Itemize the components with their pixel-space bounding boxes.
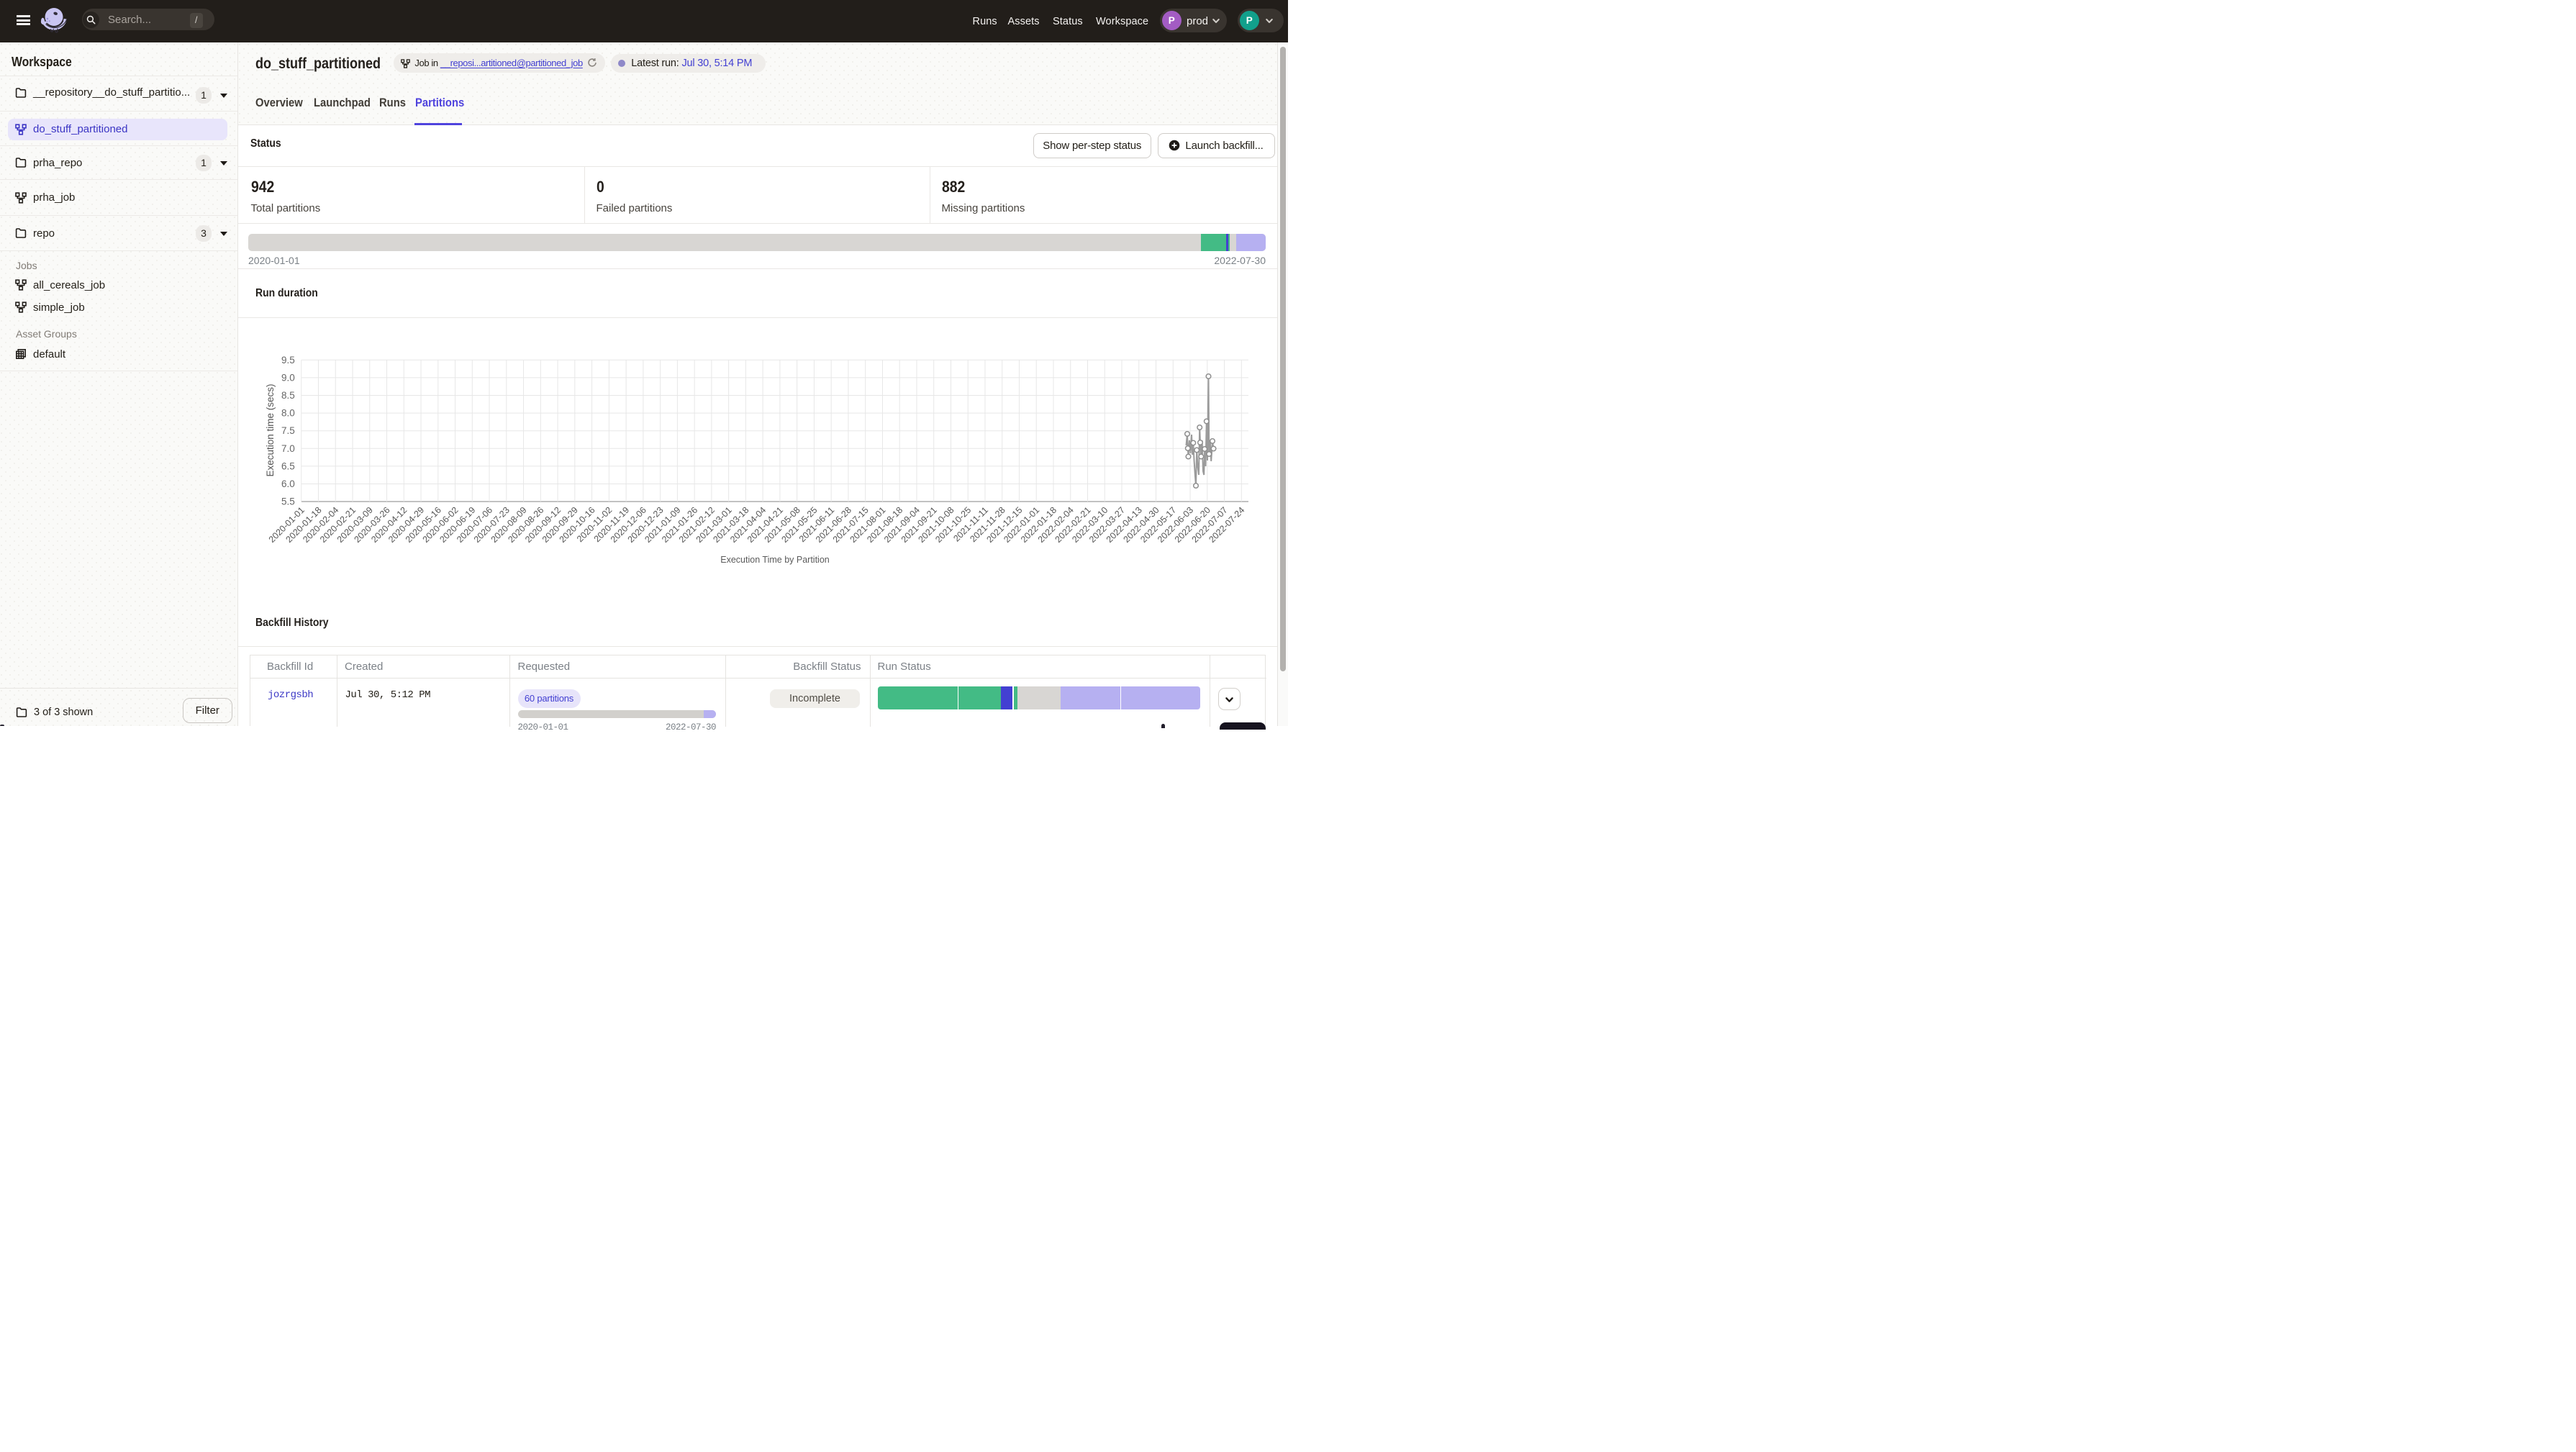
svg-text:8.0: 8.0 [281, 408, 295, 419]
svg-text:Execution time (secs): Execution time (secs) [265, 384, 276, 476]
svg-text:7.5: 7.5 [281, 425, 295, 436]
svg-text:Execution Time by Partition: Execution Time by Partition [720, 555, 830, 565]
svg-text:5.5: 5.5 [281, 496, 295, 507]
svg-text:9.5: 9.5 [281, 355, 295, 366]
svg-text:9.0: 9.0 [281, 372, 295, 383]
svg-text:8.5: 8.5 [281, 390, 295, 401]
svg-text:6.0: 6.0 [281, 478, 295, 489]
svg-text:7.0: 7.0 [281, 443, 295, 454]
svg-text:6.5: 6.5 [281, 460, 295, 471]
